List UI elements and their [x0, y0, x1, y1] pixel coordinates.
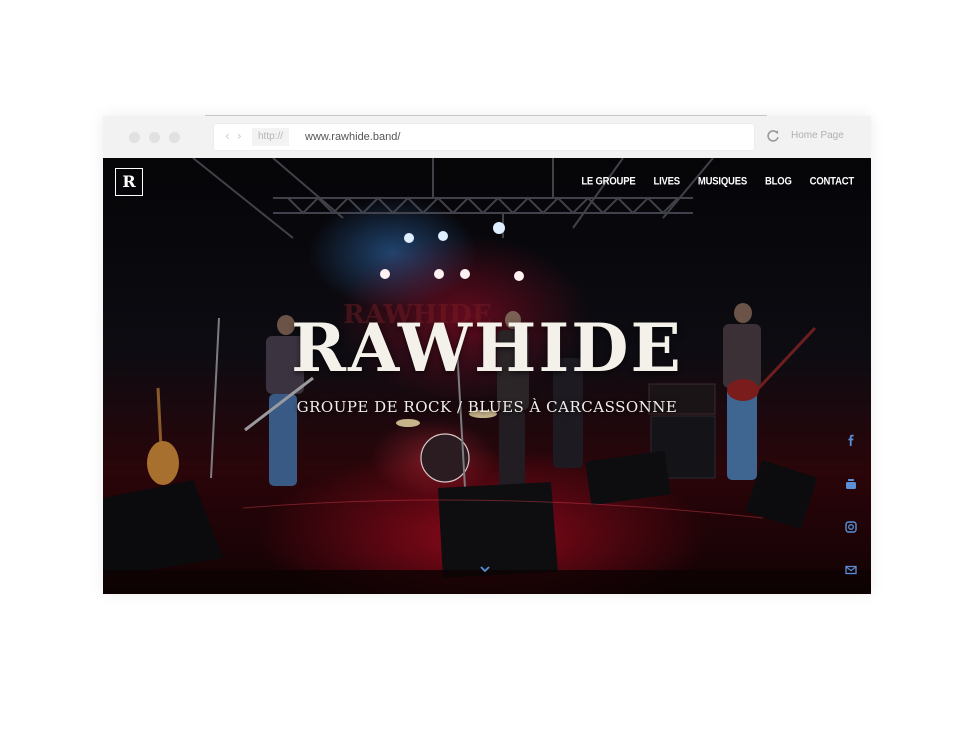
reload-icon[interactable] — [765, 128, 781, 144]
site-logo[interactable]: R — [115, 168, 143, 196]
home-page-label[interactable]: Home Page — [791, 128, 844, 144]
url-protocol: http:// — [252, 128, 290, 146]
window-minimize-dot[interactable] — [149, 132, 160, 143]
hero-title: RAWHIDE — [291, 309, 683, 387]
url-text[interactable]: www.rawhide.band/ — [305, 128, 400, 146]
window-close-dot[interactable] — [129, 132, 140, 143]
chevron-left-icon[interactable]: ‹ — [225, 130, 230, 142]
nav-lives[interactable]: LIVES — [653, 175, 680, 188]
nav-musiques[interactable]: MUSIQUES — [698, 175, 747, 188]
chevron-right-icon[interactable]: › — [237, 130, 242, 142]
nav-le-groupe[interactable]: LE GROUPE — [581, 175, 635, 188]
website-viewport: RAWHIDE R LE GROUPE LIVES MUSIQUES BLOG … — [103, 158, 871, 594]
chevron-down-icon[interactable] — [479, 564, 491, 574]
address-bar[interactable]: ‹ › http:// www.rawhide.band/ — [214, 124, 754, 150]
nav-blog[interactable]: BLOG — [765, 175, 792, 188]
browser-chrome: ‹ › http:// www.rawhide.band/ Home Page — [103, 116, 871, 158]
site-nav: LE GROUPE LIVES MUSIQUES BLOG CONTACT — [563, 175, 855, 188]
window-maximize-dot[interactable] — [169, 132, 180, 143]
nav-contact[interactable]: CONTACT — [810, 175, 855, 188]
mail-icon[interactable] — [843, 562, 859, 578]
hero-subtitle: GROUPE DE ROCK / BLUES À CARCASSONNE — [296, 398, 678, 416]
instagram-icon[interactable] — [843, 519, 859, 535]
facebook-icon[interactable] — [843, 433, 859, 449]
youtube-icon[interactable] — [843, 476, 859, 492]
browser-window: ‹ › http:// www.rawhide.band/ Home Page — [103, 116, 871, 594]
